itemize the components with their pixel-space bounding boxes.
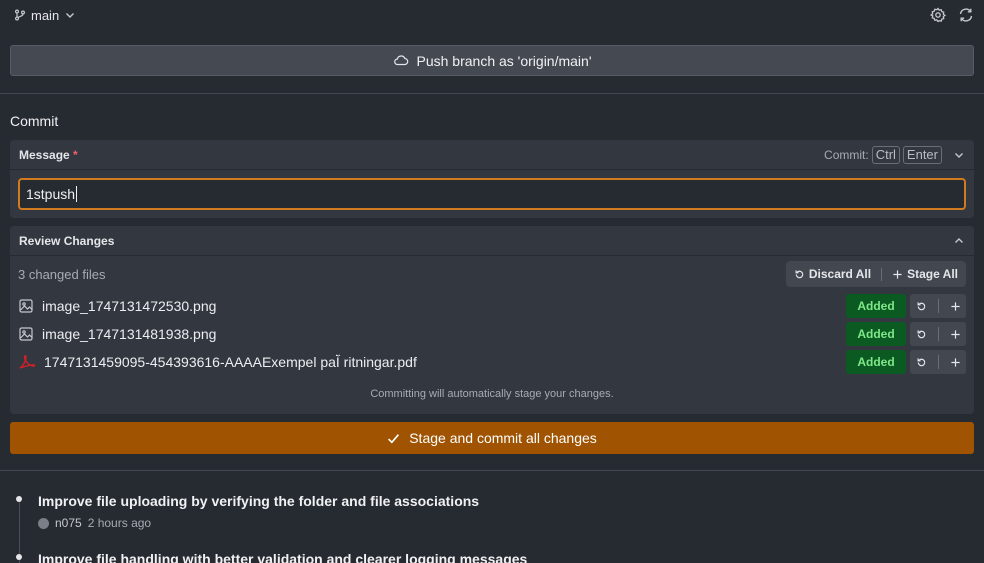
undo-icon	[794, 269, 805, 280]
plus-icon	[892, 269, 903, 280]
file-actions	[910, 350, 966, 374]
commit-message-panel: Message * Commit: Ctrl Enter 1stpush	[10, 140, 974, 218]
stage-all-label: Stage All	[907, 267, 958, 281]
message-label: Message	[19, 147, 70, 162]
text-caret	[76, 186, 78, 202]
button-separator	[881, 267, 883, 281]
stage-file-icon[interactable]	[950, 301, 961, 312]
auto-stage-note: Committing will automatically stage your…	[370, 388, 614, 400]
changed-file-row[interactable]: 1747131459095-454393616-AAAAExempel paÌ̈…	[10, 348, 974, 376]
discard-file-icon[interactable]	[916, 301, 927, 312]
commit-section-title: Commit	[10, 113, 59, 129]
shortcut-key-ctrl: Ctrl	[871, 145, 900, 164]
branch-name: main	[31, 7, 60, 23]
push-branch-label: Push branch as 'origin/main'	[416, 52, 592, 69]
stage-all-button[interactable]: Stage All	[892, 267, 958, 281]
chevron-down-icon[interactable]	[953, 149, 965, 161]
push-branch-button[interactable]: Push branch as 'origin/main'	[10, 45, 974, 76]
section-divider	[0, 93, 984, 94]
status-badge: Added	[846, 350, 906, 374]
cloud-icon	[393, 53, 409, 69]
changed-file-row[interactable]: image_1747131472530.png Added	[10, 292, 974, 320]
refresh-icon[interactable]	[958, 7, 974, 23]
commit-author: n075	[55, 516, 82, 530]
commit-time: 2 hours ago	[87, 516, 152, 530]
image-file-icon	[18, 326, 34, 342]
timeline-dot	[16, 554, 22, 560]
avatar	[38, 517, 49, 529]
branch-selector[interactable]: main	[14, 8, 76, 23]
timeline-line	[19, 496, 20, 563]
review-changes-title: Review Changes	[19, 233, 115, 248]
discard-all-button[interactable]: Discard All	[794, 267, 871, 281]
check-icon	[387, 432, 400, 445]
file-actions	[910, 294, 966, 318]
changed-file-row[interactable]: image_1747131481938.png Added	[10, 320, 974, 348]
button-separator	[937, 355, 939, 369]
changed-files-count: 3 changed files	[18, 266, 106, 282]
chevron-down-icon	[64, 9, 76, 21]
stage-and-commit-button[interactable]: Stage and commit all changes	[10, 422, 974, 454]
button-separator	[937, 327, 939, 341]
discard-all-label: Discard All	[808, 267, 872, 281]
chevron-up-icon[interactable]	[953, 235, 965, 247]
required-mark: *	[73, 147, 78, 162]
gear-icon[interactable]	[930, 7, 946, 23]
status-badge: Added	[846, 322, 906, 346]
commit-title: Improve file uploading by verifying the …	[38, 493, 480, 509]
discard-file-icon[interactable]	[916, 357, 927, 368]
commit-message-input[interactable]: 1stpush	[18, 178, 966, 210]
bulk-actions: Discard All Stage All	[785, 261, 966, 287]
git-branch-icon	[14, 9, 26, 21]
image-file-icon	[18, 298, 34, 314]
discard-file-icon[interactable]	[916, 329, 927, 340]
commit-title: Improve file handling with better valida…	[38, 551, 528, 563]
stage-file-icon[interactable]	[950, 329, 961, 340]
top-bar: main	[0, 0, 984, 30]
file-name: image_1747131481938.png	[42, 326, 217, 342]
stage-file-icon[interactable]	[950, 357, 961, 368]
commit-message-text: 1stpush	[26, 186, 76, 202]
review-changes-panel: Review Changes 3 changed files Discard A…	[10, 226, 974, 414]
file-name: image_1747131472530.png	[42, 298, 217, 314]
section-divider	[0, 470, 984, 471]
button-separator	[937, 299, 939, 313]
timeline-dot	[16, 496, 22, 502]
stage-and-commit-label: Stage and commit all changes	[409, 430, 597, 446]
pdf-file-icon	[18, 354, 36, 370]
status-badge: Added	[846, 294, 906, 318]
shortcut-key-enter: Enter	[902, 145, 942, 164]
commit-shortcut-label: Commit:	[824, 147, 869, 162]
file-name: 1747131459095-454393616-AAAAExempel paÌ̈…	[44, 354, 417, 370]
file-actions	[910, 322, 966, 346]
